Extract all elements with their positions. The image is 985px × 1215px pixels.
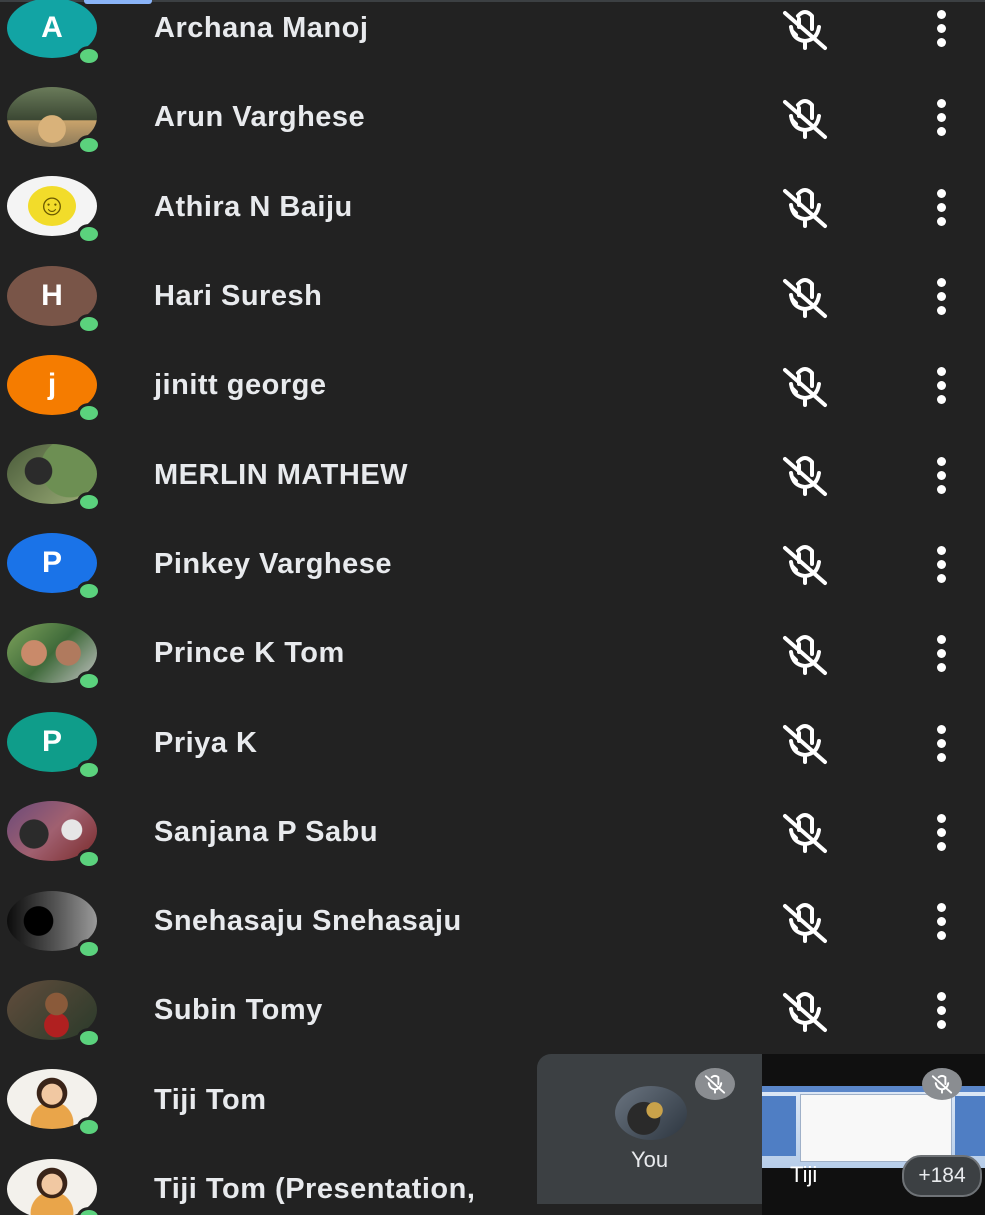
mic-off-icon[interactable] [778, 364, 832, 408]
online-status-dot [77, 849, 101, 870]
mic-off-icon[interactable] [778, 185, 832, 229]
participant-name: Snehasaju Snehasaju [154, 905, 462, 938]
self-label: You [630, 1147, 669, 1172]
mic-off-icon[interactable] [778, 453, 832, 497]
avatar-letter: H [41, 278, 63, 312]
participant-name: Priya K [154, 726, 258, 759]
participant-name: Tiji Tom [154, 1083, 267, 1116]
participant-name: Prince K Tom [154, 637, 345, 670]
online-status-dot [77, 670, 101, 691]
mic-off-icon[interactable] [778, 989, 832, 1033]
participant-name: Hari Suresh [154, 280, 323, 313]
mic-off-icon [922, 1068, 962, 1100]
participant-name: Subin Tomy [154, 994, 323, 1027]
more-vert-icon[interactable] [926, 810, 956, 854]
participant-name: Arun Varghese [154, 101, 366, 134]
participant-name: Tiji Tom (Presentation, [154, 1173, 476, 1205]
online-status-dot [77, 402, 101, 423]
participant-row[interactable]: Arun Varghese [0, 73, 985, 162]
video-tiles: You Tiji +184 [537, 1054, 985, 1215]
self-video-tile[interactable]: You [537, 1054, 762, 1204]
more-vert-icon[interactable] [926, 900, 956, 944]
participant-row[interactable]: A Archana Manoj [0, 0, 985, 73]
participant-name: Archana Manoj [154, 12, 369, 45]
online-status-dot [77, 313, 101, 334]
participant-name: MERLIN MATHEW [154, 458, 409, 491]
online-status-dot [77, 760, 101, 781]
participant-row[interactable]: Snehasaju Snehasaju [0, 877, 985, 966]
participant-list: A Archana Manoj Arun Varghese ☺ Athira N Bai… [0, 0, 985, 1215]
more-vert-icon[interactable] [926, 989, 956, 1033]
participant-row[interactable]: Prince K Tom [0, 609, 985, 698]
online-status-dot [77, 1117, 101, 1138]
avatar: ☺ [7, 176, 101, 245]
presentation-tile[interactable]: Tiji +184 [762, 1054, 985, 1215]
avatar-letter: P [41, 725, 62, 759]
avatar-letter: P [41, 546, 62, 580]
more-vert-icon[interactable] [926, 185, 956, 229]
participant-row[interactable]: H Hari Suresh [0, 252, 985, 341]
avatar-image [7, 1158, 97, 1215]
more-vert-icon[interactable] [926, 453, 956, 497]
online-status-dot [77, 134, 101, 155]
avatar: P [7, 533, 101, 602]
more-vert-icon[interactable] [926, 632, 956, 676]
mic-off-icon[interactable] [778, 810, 832, 854]
mic-off-icon[interactable] [778, 275, 832, 319]
participant-row[interactable]: ☺ Athira N Baiju [0, 163, 985, 252]
participant-name: jinitt george [154, 369, 327, 402]
avatar: A [7, 0, 101, 66]
online-status-dot [77, 45, 101, 66]
avatar [7, 979, 101, 1048]
more-vert-icon[interactable] [926, 364, 956, 408]
participant-name: Sanjana P Sabu [154, 815, 379, 848]
participant-row[interactable]: j jinitt george [0, 341, 985, 430]
participant-name: Athira N Baiju [154, 190, 353, 223]
mic-off-icon[interactable] [778, 900, 832, 944]
online-status-dot [77, 1027, 101, 1048]
more-vert-icon[interactable] [926, 7, 956, 51]
mic-off-icon [695, 1068, 735, 1100]
presentation-label: Tiji [790, 1162, 818, 1187]
avatar-letter: ☺ [28, 186, 76, 227]
participant-row[interactable]: P Priya K [0, 698, 985, 787]
online-status-dot [77, 224, 101, 245]
participant-name: Pinkey Varghese [154, 547, 393, 580]
more-participants-badge[interactable]: +184 [902, 1155, 982, 1197]
avatar [7, 890, 101, 959]
participant-row[interactable]: Sanjana P Sabu [0, 788, 985, 877]
participants-screen: A Archana Manoj Arun Varghese ☺ Athira N Bai… [0, 0, 985, 1215]
avatar [7, 444, 101, 513]
participant-row[interactable]: MERLIN MATHEW [0, 430, 985, 519]
mic-off-icon[interactable] [778, 721, 832, 765]
avatar [7, 86, 101, 155]
online-status-dot [77, 581, 101, 602]
mic-off-icon[interactable] [778, 632, 832, 676]
more-vert-icon[interactable] [926, 96, 956, 140]
avatar: j [7, 354, 101, 423]
more-vert-icon[interactable] [926, 275, 956, 319]
mic-off-icon[interactable] [778, 7, 832, 51]
more-vert-icon[interactable] [926, 542, 956, 586]
avatar: P [7, 712, 101, 781]
participant-row[interactable]: P Pinkey Varghese [0, 520, 985, 609]
mic-off-icon[interactable] [778, 96, 832, 140]
more-vert-icon[interactable] [926, 721, 956, 765]
avatar: H [7, 265, 101, 334]
online-status-dot [77, 492, 101, 513]
online-status-dot [77, 938, 101, 959]
avatar-letter: j [47, 367, 57, 401]
mic-off-icon[interactable] [778, 542, 832, 586]
avatar [7, 1069, 101, 1138]
participant-row[interactable]: Subin Tomy [0, 966, 985, 1055]
self-avatar [615, 1086, 687, 1140]
avatar [7, 1158, 101, 1215]
avatar [7, 801, 101, 870]
avatar-letter: A [41, 10, 63, 44]
avatar [7, 622, 101, 691]
